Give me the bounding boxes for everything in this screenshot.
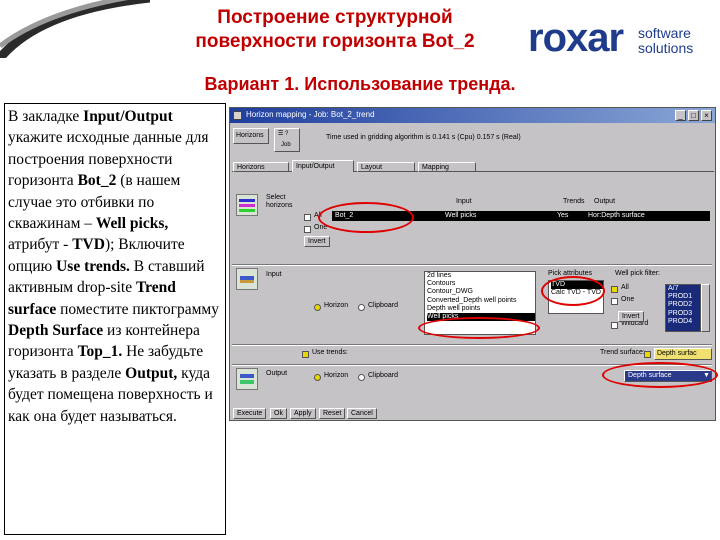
output-clipboard-radio[interactable]	[358, 374, 365, 381]
output-icon	[236, 368, 258, 390]
filter-all-checkbox[interactable]	[611, 286, 618, 293]
select-all-checkbox[interactable]	[304, 214, 311, 221]
list-item[interactable]: Converted_Depth well points	[427, 297, 535, 305]
input-icon	[236, 268, 258, 290]
list-item[interactable]: PROD2	[668, 301, 700, 309]
roxar-logo: roxar software solutions	[528, 18, 713, 62]
list-item[interactable]: Contours	[427, 280, 535, 288]
slide-title-line1: Построение структурной	[217, 7, 453, 28]
well-list-scrollbar[interactable]	[701, 284, 710, 332]
list-item[interactable]: Contour_DWG	[427, 288, 535, 296]
invert-selection-button[interactable]: Invert	[304, 236, 330, 247]
list-item[interactable]: PROD3	[668, 310, 700, 318]
highlight-output-surface	[602, 362, 718, 388]
filter-invert-button[interactable]: Invert	[618, 311, 644, 322]
status-text: Time used in gridding algorithm is 0.141…	[326, 134, 521, 141]
list-item[interactable]: PROD4	[668, 318, 700, 326]
filter-wildcard-checkbox[interactable]	[611, 322, 618, 329]
trend-surface-icon	[644, 351, 651, 358]
list-item[interactable]: Depth well points	[427, 305, 535, 313]
swoosh-decoration	[0, 0, 150, 58]
apply-button[interactable]: Apply	[290, 408, 316, 419]
highlight-tvd	[541, 276, 605, 306]
execute-button[interactable]: Execute	[233, 408, 267, 419]
job-type-selector[interactable]: Horizons	[233, 128, 269, 144]
cancel-button[interactable]: Cancel	[347, 408, 377, 419]
tab-mapping[interactable]: Mapping	[418, 162, 476, 172]
well-list[interactable]: A/7 PROD1 PROD2 PROD3 PROD4	[665, 284, 701, 332]
window-titlebar[interactable]: Horizon mapping - Job: Bot_2_trend _ □ ×	[230, 108, 715, 123]
filter-one-checkbox[interactable]	[611, 298, 618, 305]
window-menu-icon[interactable]	[233, 111, 242, 120]
tab-horizons[interactable]: Horizons	[233, 162, 289, 172]
list-item[interactable]: PROD1	[668, 293, 700, 301]
use-trends-checkbox[interactable]	[302, 351, 309, 358]
output-horizon-radio[interactable]	[314, 374, 321, 381]
close-icon[interactable]: ×	[701, 110, 712, 121]
logo-word: roxar	[528, 16, 624, 60]
window-title: Horizon mapping - Job: Bot_2_trend	[246, 110, 375, 119]
slide-title-line2: поверхности горизонта Bot_2	[195, 31, 475, 52]
instructions-text: В закладке Input/Output укажите исходные…	[4, 103, 226, 535]
highlight-well-picks	[418, 317, 540, 339]
trend-surface-dropsite[interactable]: Depth surfac	[654, 348, 712, 360]
logo-subtitle: software solutions	[638, 25, 694, 56]
input-horizon-radio[interactable]	[314, 304, 321, 311]
list-item[interactable]: 2d lines	[427, 272, 535, 280]
tab-input-output[interactable]: Input/Output	[292, 160, 354, 172]
input-clipboard-radio[interactable]	[358, 304, 365, 311]
slide-subtitle: Вариант 1. Использование тренда.	[204, 74, 516, 94]
job-button[interactable]: ☰ ? Job	[274, 128, 300, 152]
highlight-bot2-row	[318, 202, 414, 233]
reset-button[interactable]: Reset	[319, 408, 346, 419]
maximize-icon[interactable]: □	[688, 110, 699, 121]
select-horizons-icon	[236, 194, 258, 216]
slide-title: Построение структурной поверхности гориз…	[150, 6, 520, 54]
minimize-icon[interactable]: _	[675, 110, 686, 121]
job-icon: ☰ ?	[278, 131, 289, 137]
ok-button[interactable]: Ok	[270, 408, 287, 419]
tab-layout[interactable]: Layout	[357, 162, 415, 172]
list-item[interactable]: A/7	[668, 285, 700, 293]
select-one-checkbox[interactable]	[304, 226, 311, 233]
